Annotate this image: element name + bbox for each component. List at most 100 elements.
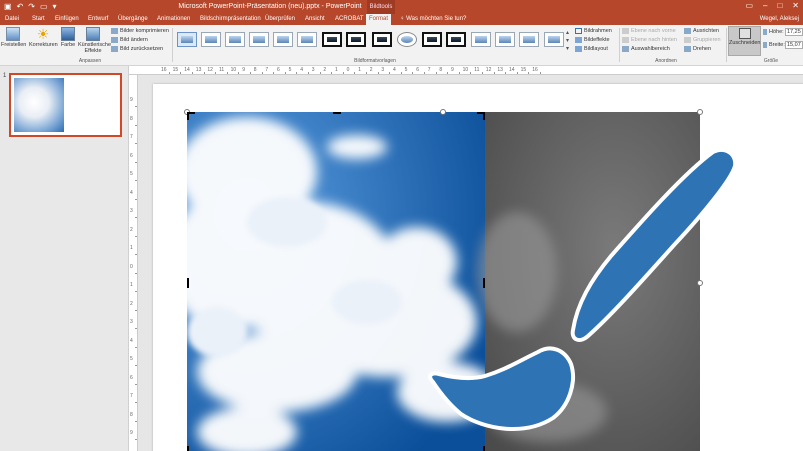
ruler-label: 2 (323, 67, 327, 73)
tab-uebergaenge[interactable]: Übergänge (115, 14, 151, 25)
picture-style-9[interactable] (372, 32, 392, 47)
tab-bildschirmpraesentation[interactable]: Bildschirmpräsentation (197, 14, 264, 25)
ruler-tick (192, 72, 193, 74)
slide[interactable] (153, 84, 803, 451)
tab-animationen[interactable]: Animationen (154, 14, 193, 25)
tab-acrobat[interactable]: ACROBAT (332, 14, 367, 25)
separator (172, 28, 173, 62)
picture-style-10[interactable] (397, 32, 417, 47)
artistic-effects-icon (86, 27, 100, 41)
resize-handle-top[interactable] (440, 109, 446, 115)
picture-style-1[interactable] (177, 32, 197, 47)
picture-style-7[interactable] (322, 32, 342, 47)
ruler-label: 6 (416, 67, 419, 73)
ruler-label: 2 (369, 67, 373, 73)
ruler-tick (308, 72, 309, 74)
tab-datei[interactable]: Datei (2, 14, 22, 25)
tell-me-search[interactable]: ♀ Was möchten Sie tun? (400, 14, 466, 25)
picture-style-8[interactable] (346, 32, 366, 47)
ruler-tick (389, 72, 391, 74)
tab-ansicht[interactable]: Ansicht (302, 14, 328, 25)
picture-style-3[interactable] (225, 32, 245, 47)
hoehe-field[interactable]: 17,25 (785, 28, 803, 36)
ruler-label: 1 (130, 282, 133, 288)
ruler-tick (135, 328, 137, 330)
tab-einfuegen[interactable]: Einfügen (52, 14, 82, 25)
group-label-groesse: Größe (763, 58, 779, 64)
ruler-label: 6 (277, 67, 280, 73)
tab-ueberpruefen[interactable]: Überprüfen (262, 14, 298, 25)
bilder-komprimieren-button[interactable]: Bilder komprimieren (111, 27, 169, 35)
picture-style-14[interactable] (495, 32, 515, 47)
drehen-button[interactable]: Drehen (684, 45, 711, 53)
ruler-tick (135, 217, 137, 219)
picture-style-4[interactable] (249, 32, 269, 47)
tab-entwurf[interactable]: Entwurf (85, 14, 111, 25)
ribbon-options-icon[interactable]: ▭ (745, 1, 753, 10)
bild-aendern-button[interactable]: Bild ändern (111, 36, 148, 44)
crop-mark[interactable] (187, 112, 189, 120)
picture-style-5[interactable] (273, 32, 293, 47)
ruler-tick (168, 72, 170, 74)
picture-style-2[interactable] (201, 32, 221, 47)
maximize-icon[interactable]: □ (777, 1, 782, 10)
window-controls: ▭ – □ ✕ (745, 1, 799, 10)
ruler-label: 10 (462, 67, 469, 73)
picture-style-16[interactable] (544, 32, 564, 47)
ruler-tick (135, 420, 137, 422)
ruler-label: 7 (427, 67, 431, 73)
minimize-icon[interactable]: – (763, 1, 767, 10)
ruler-tick (331, 72, 333, 74)
ruler-label: 16 (532, 67, 538, 73)
close-icon[interactable]: ✕ (792, 1, 799, 10)
ruler-tick (250, 72, 251, 74)
kuenstlerische-effekte-button[interactable]: Künstlerische Effekte (78, 27, 111, 54)
bildrahmen-button[interactable]: Bildrahmen (575, 27, 612, 35)
crop-mark[interactable] (483, 112, 485, 120)
crop-mark[interactable] (187, 446, 189, 451)
slide-thumbnail-1[interactable] (9, 73, 122, 137)
horizontal-ruler: 16 15 14 13 12 11 10 9 8 7 6 5 4 3 2 1 0 1 2 3 4 5 6 7 8 9 10 11 12 1… (129, 66, 803, 75)
picture-style-6[interactable] (297, 32, 317, 47)
align-icon (684, 28, 691, 34)
ruler-tick (447, 72, 449, 74)
separator (619, 28, 620, 62)
tab-format[interactable]: Format (366, 14, 392, 25)
zuschneiden-button[interactable]: Zuschneiden (728, 26, 761, 56)
resize-handle-tr[interactable] (697, 109, 703, 115)
breite-field[interactable]: 15,07 (785, 41, 803, 49)
bildeffekte-button[interactable]: Bildeffekte (575, 36, 610, 44)
ausrichten-button[interactable]: Ausrichten (684, 27, 719, 35)
ruler-label: 16 (161, 67, 167, 73)
picture-style-12[interactable] (446, 32, 466, 47)
ruler-tick (470, 72, 472, 74)
crop-mark[interactable] (483, 446, 485, 451)
gruppieren-button[interactable]: Gruppieren (684, 36, 721, 44)
auswahlbereich-button[interactable]: Auswahlbereich (622, 45, 670, 53)
paintbrush-shape[interactable] (413, 144, 753, 444)
picture-style-13[interactable] (471, 32, 491, 47)
ribbon-tabs: Datei Start Einfügen Entwurf Übergänge A… (0, 14, 803, 25)
korrekturen-button[interactable]: ☀ Korrekturen (29, 26, 58, 48)
picture-style-15[interactable] (519, 32, 539, 47)
ruler-label: 6 (130, 374, 133, 381)
ruler-label: 5 (404, 67, 408, 73)
sun-icon: ☀ (36, 26, 50, 42)
crop-mark[interactable] (187, 278, 189, 288)
thumbnail-image (14, 78, 64, 132)
bild-zuruecksetzen-button[interactable]: Bild zurücksetzen (111, 45, 163, 53)
bildlayout-button[interactable]: Bildlayout (575, 45, 608, 53)
gallery-scroll[interactable]: ▴ ▾ ▾ (566, 29, 569, 53)
picture-style-11[interactable] (422, 32, 442, 47)
freistellen-button[interactable]: Freistellen (1, 27, 26, 48)
crop-mark[interactable] (333, 112, 341, 114)
ruler-label: 5 (130, 171, 133, 177)
user-name[interactable]: Wegel, Aleksej (760, 14, 799, 25)
farbe-button[interactable]: Farbe (58, 27, 78, 48)
ebene-nach-vorne-button[interactable]: Ebene nach vorne (622, 27, 676, 35)
bring-forward-icon (622, 28, 629, 34)
tab-start[interactable]: Start (29, 14, 48, 25)
ruler-label: 1 (358, 67, 361, 73)
ebene-nach-hinten-button[interactable]: Ebene nach hinten (622, 36, 677, 44)
ruler-label: 14 (184, 67, 190, 73)
